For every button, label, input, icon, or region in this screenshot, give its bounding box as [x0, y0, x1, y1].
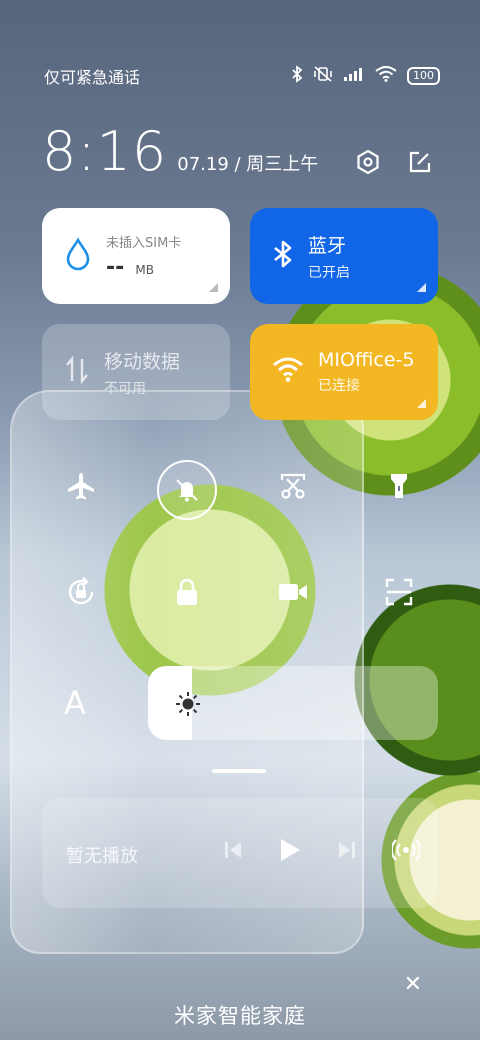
clock-date: 07.19 / 周三上午	[177, 154, 319, 175]
mobile-data-status: 不可用	[104, 380, 146, 397]
smart-home-title[interactable]: 米家智能家庭	[0, 1000, 480, 1030]
font-size-button[interactable]: A	[64, 684, 86, 722]
header-actions	[354, 148, 434, 176]
brightness-slider[interactable]	[148, 666, 438, 740]
expand-corner-icon	[417, 283, 426, 292]
sim-data-tile[interactable]: 未插入SIM卡 -- MB	[42, 208, 230, 304]
edit-icon[interactable]	[406, 148, 434, 176]
bluetooth-icon	[291, 65, 303, 87]
sim-label: 未插入SIM卡	[106, 236, 182, 251]
mobile-data-title: 移动数据	[104, 350, 181, 373]
media-player: 暂无播放	[42, 798, 438, 908]
lock-icon[interactable]	[148, 566, 226, 618]
wifi-ssid: MIOffice-5	[318, 349, 415, 371]
media-status: 暂无播放	[66, 846, 138, 867]
carrier-text: 仅可紧急通话	[44, 68, 141, 87]
cast-icon[interactable]	[390, 836, 422, 868]
bluetooth-title: 蓝牙	[308, 234, 347, 257]
scan-icon[interactable]	[360, 566, 438, 618]
auto-rotate-icon[interactable]	[42, 566, 120, 618]
mobile-data-tile[interactable]: 移动数据 不可用	[42, 324, 230, 420]
status-bar: 仅可紧急通话 100	[44, 62, 440, 90]
wifi-icon	[375, 66, 397, 86]
clock: 8:16 07.19 / 周三上午	[42, 120, 318, 183]
wifi-tile[interactable]: MIOffice-5 已连接	[250, 324, 438, 420]
drag-handle[interactable]	[212, 769, 266, 773]
next-icon[interactable]	[336, 839, 358, 865]
bluetooth-tile[interactable]: 蓝牙 已开启	[250, 208, 438, 304]
vibrate-mute-icon	[313, 65, 333, 87]
wifi-icon	[272, 357, 304, 387]
data-arrows-icon	[64, 355, 90, 389]
bluetooth-icon	[272, 239, 294, 273]
data-usage-unit: MB	[135, 263, 154, 277]
screen-record-icon[interactable]	[254, 566, 332, 618]
previous-icon[interactable]	[222, 839, 244, 865]
sun-icon	[174, 690, 202, 722]
data-usage-value: --	[106, 255, 125, 280]
quick-toggles-row-1	[42, 460, 438, 520]
mute-bell-icon[interactable]	[157, 460, 217, 520]
wifi-status: 已连接	[318, 378, 360, 394]
expand-corner-icon	[209, 283, 218, 292]
quick-toggles-row-2	[42, 566, 438, 618]
play-icon[interactable]	[278, 837, 302, 867]
bluetooth-status: 已开启	[308, 264, 350, 281]
close-icon[interactable]: ✕	[404, 972, 422, 997]
flashlight-icon[interactable]	[360, 460, 438, 512]
battery-icon: 100	[407, 67, 440, 85]
settings-icon[interactable]	[354, 148, 382, 176]
brightness-row: A	[42, 666, 438, 740]
screenshot-scissors-icon[interactable]	[254, 460, 332, 512]
expand-corner-icon	[417, 399, 426, 408]
clock-time: 8:16	[42, 120, 168, 183]
airplane-icon[interactable]	[42, 460, 120, 512]
signal-icon	[343, 66, 365, 86]
drop-icon	[64, 237, 92, 275]
